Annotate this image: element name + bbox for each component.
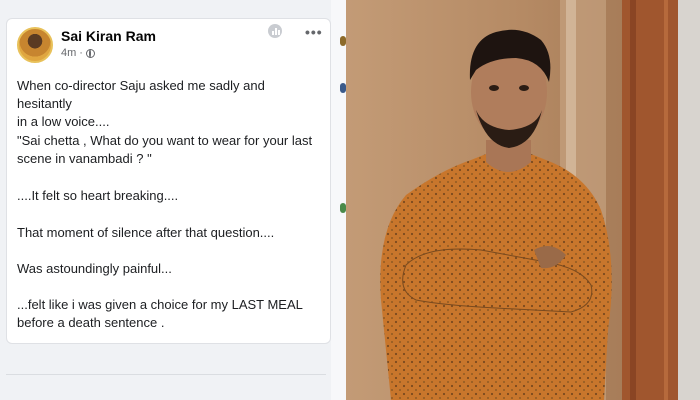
post-paragraph: Was astoundingly painful...	[17, 261, 172, 276]
adjacent-post-edge	[331, 0, 346, 400]
post-paragraph: ...felt like i was given a choice for my…	[17, 297, 303, 330]
post-paragraph: When co-director Saju asked me sadly and…	[17, 78, 265, 129]
door-frame	[678, 0, 700, 400]
door-panel-line	[664, 0, 668, 400]
post-time[interactable]: 4m	[61, 47, 76, 59]
portrait-illustration	[346, 0, 700, 400]
feed-divider	[6, 374, 326, 375]
globe-icon	[85, 48, 95, 58]
post-paragraph: That moment of silence after that questi…	[17, 225, 275, 240]
more-options-icon[interactable]: •••	[305, 24, 323, 40]
portrait-photo	[346, 0, 700, 400]
post-card: Sai Kiran Ram 4m · ••• When co-director …	[6, 18, 331, 344]
separator-dot: ·	[79, 47, 83, 59]
post-paragraph: "Sai chetta , What do you want to wear f…	[17, 133, 313, 166]
door-panel-line	[630, 0, 636, 400]
post-author[interactable]: Sai Kiran Ram	[61, 28, 156, 44]
post-meta: 4m ·	[61, 47, 95, 59]
left-eye	[489, 85, 499, 91]
facebook-feed-panel: Sai Kiran Ram 4m · ••• When co-director …	[0, 0, 346, 400]
avatar[interactable]	[17, 27, 53, 63]
post-paragraph: ....It felt so heart breaking....	[17, 188, 179, 203]
insights-icon[interactable]	[268, 24, 282, 38]
right-eye	[519, 85, 529, 91]
